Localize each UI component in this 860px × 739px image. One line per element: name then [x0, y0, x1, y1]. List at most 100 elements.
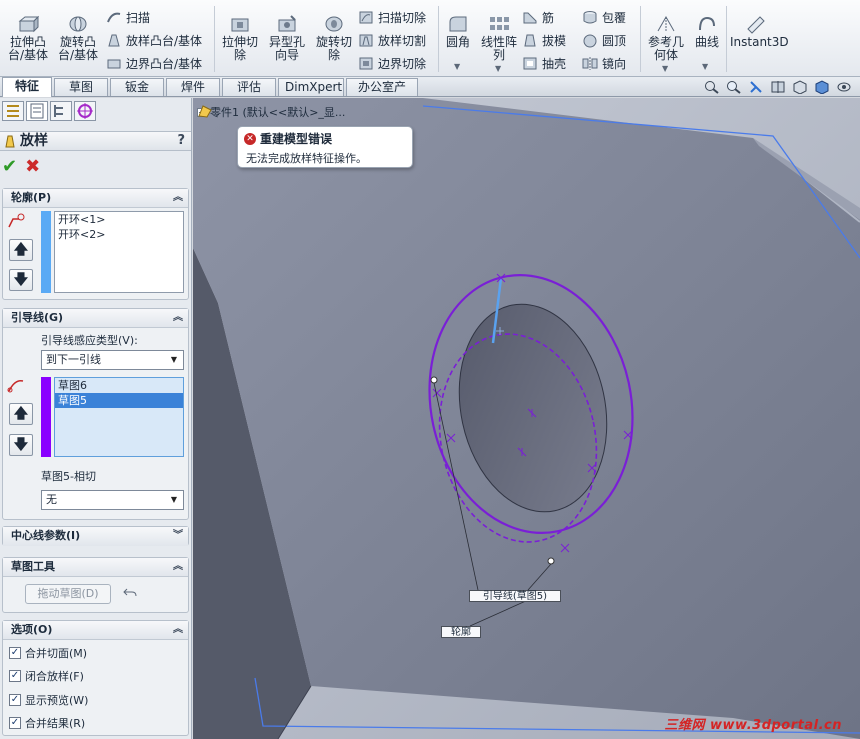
reference-geometry-button[interactable]: 参考几 何体 [644, 14, 688, 62]
shell-button[interactable]: 抽壳 [522, 55, 566, 72]
dome-button[interactable]: 圆顶 [582, 32, 626, 49]
ok-cancel-bar: ✔ ✖ [2, 156, 40, 177]
options-header[interactable]: 选项(O) ︽ [3, 621, 188, 640]
dome-label: 圆顶 [602, 34, 627, 48]
curves-dropdown-icon[interactable]: ▼ [702, 62, 708, 71]
undo-icon[interactable] [123, 586, 137, 598]
extrude-cut-button[interactable]: 拉伸切 除 [218, 14, 262, 62]
move-down-button[interactable]: 🡇 [9, 269, 33, 291]
linear-pattern-dropdown-icon[interactable]: ▼ [495, 64, 501, 73]
feature-tree-root[interactable]: + 零件1 (默认<<默认>_显... [197, 104, 345, 120]
wrap-icon [583, 11, 597, 24]
fillet-dropdown-icon[interactable]: ▼ [454, 62, 460, 71]
feature-manager-tab[interactable] [2, 101, 24, 121]
curves-label: 曲线 [694, 35, 719, 49]
mirror-button[interactable]: 镜向 [582, 55, 626, 72]
loft-panel-header: 放样 ? [0, 131, 191, 151]
section-view-icon[interactable] [770, 80, 786, 94]
show-preview-checkbox[interactable]: ✓ 显示预览(W) [9, 692, 88, 708]
guide-tangency-select[interactable]: 无 ▼ [41, 490, 184, 510]
linear-pattern-button[interactable]: 线性阵 列 [478, 14, 520, 62]
property-manager-icon [30, 103, 44, 119]
wrap-label: 包覆 [602, 11, 627, 25]
guide-curves-header[interactable]: 引导线(G) ︽ [3, 309, 188, 328]
property-manager-tab[interactable] [26, 101, 48, 121]
reference-geometry-dropdown-icon[interactable]: ▼ [662, 64, 668, 73]
profiles-header[interactable]: 轮廓(P) ︽ [3, 189, 188, 208]
list-item[interactable]: 开环<1> [55, 212, 183, 227]
sweep-button[interactable]: 扫描 [106, 9, 150, 26]
configuration-manager-tab[interactable] [50, 101, 72, 121]
instant3d-button[interactable]: Instant3D [730, 14, 789, 49]
tab-sketch[interactable]: 草图 [54, 78, 108, 96]
list-item[interactable]: 开环<2> [55, 227, 183, 242]
expand-chevron-icon[interactable]: ︾ [173, 527, 183, 545]
boundary-boss-button[interactable]: 边界凸台/基体 [106, 55, 202, 72]
help-icon[interactable]: ? [177, 132, 185, 150]
guide-influence-select[interactable]: 到下一引线 ▼ [41, 350, 184, 370]
boundary-cut-button[interactable]: 边界切除 [358, 55, 426, 72]
list-item-selected[interactable]: 草图5 [55, 393, 183, 408]
view-orientation-icon[interactable] [792, 80, 808, 94]
loft-panel-title: 放样 [20, 133, 48, 149]
ok-checkmark-icon[interactable]: ✔ [2, 156, 17, 177]
options-header-label: 选项(O) [11, 623, 53, 636]
graphics-viewport[interactable]: + 零件1 (默认<<默认>_显... ✕ 重建模型错误 无法完成放样特征操作。… [193, 98, 860, 739]
tab-evaluate[interactable]: 评估 [222, 78, 276, 96]
extrude-boss-button[interactable]: 拉伸凸 台/基体 [6, 14, 50, 62]
revolve-boss-button[interactable]: 旋转凸 台/基体 [56, 14, 100, 62]
centerline-header[interactable]: 中心线参数(I) ︾ [3, 527, 188, 546]
merge-tangent-faces-checkbox[interactable]: ✓ 合并切面(M) [9, 645, 87, 661]
revolve-cut-label: 旋转切 除 [315, 35, 352, 62]
dimxpert-manager-tab[interactable] [74, 101, 96, 121]
rib-button[interactable]: 筋 [522, 9, 554, 26]
hide-show-icon[interactable] [836, 80, 852, 94]
tab-sheet-metal[interactable]: 钣金 [110, 78, 164, 96]
zoom-area-icon[interactable] [726, 80, 742, 94]
draft-button[interactable]: 拔模 [522, 32, 566, 49]
collapse-chevron-icon[interactable]: ︽ [173, 558, 183, 576]
collapse-chevron-icon[interactable]: ︽ [173, 309, 183, 327]
lofted-cut-button[interactable]: 放样切割 [358, 32, 426, 49]
list-item[interactable]: 草图6 [55, 378, 183, 393]
curves-button[interactable]: 曲线 [690, 14, 724, 49]
extrude-cut-icon [231, 18, 249, 32]
dimxpert-icon [77, 103, 93, 119]
wrap-button[interactable]: 包覆 [582, 9, 626, 26]
sketch-tools-header[interactable]: 草图工具 ︽ [3, 558, 188, 577]
view-toolbar [704, 80, 852, 94]
profile-callout[interactable]: 轮廓 [441, 626, 481, 638]
revolve-cut-button[interactable]: 旋转切 除 [312, 14, 356, 62]
guide-handle-point[interactable] [430, 376, 438, 384]
loft-boss-icon [108, 34, 120, 47]
collapse-chevron-icon[interactable]: ︽ [173, 189, 183, 207]
profiles-list[interactable]: 开环<1> 开环<2> [54, 211, 184, 293]
profile-handle-point[interactable] [547, 557, 555, 565]
zoom-to-fit-icon[interactable] [704, 80, 720, 94]
collapse-chevron-icon[interactable]: ︽ [173, 621, 183, 639]
boundary-cut-label: 边界切除 [378, 57, 427, 71]
move-up-button[interactable]: 🡅 [9, 403, 33, 425]
guide-curves-list[interactable]: 草图6 草图5 [54, 377, 184, 457]
tab-office-products[interactable]: 办公室产品 [346, 78, 418, 111]
move-down-button[interactable]: 🡇 [9, 434, 33, 456]
guide-curve-icon [7, 379, 24, 393]
previous-view-icon[interactable] [748, 80, 764, 94]
swept-cut-button[interactable]: 扫描切除 [358, 9, 426, 26]
fillet-button[interactable]: 圆角 [441, 14, 475, 49]
boundary-cut-icon [359, 57, 373, 70]
tab-weldments[interactable]: 焊件 [166, 78, 220, 96]
site-watermark: 三维网 www.3dportal.cn [664, 718, 842, 733]
guide-curve-callout[interactable]: 引导线(草图5) [469, 590, 561, 602]
tab-dimxpert[interactable]: DimXpert [278, 78, 344, 96]
draft-label: 拔模 [542, 34, 567, 48]
display-style-icon[interactable] [814, 80, 830, 94]
loft-boss-button[interactable]: 放样凸台/基体 [106, 32, 202, 49]
hole-wizard-button[interactable]: 异型孔 向导 [265, 14, 309, 62]
cancel-x-icon[interactable]: ✖ [25, 156, 40, 177]
tab-features[interactable]: 特征 [2, 77, 52, 97]
move-up-button[interactable]: 🡅 [9, 239, 33, 261]
close-loft-checkbox[interactable]: ✓ 闭合放样(F) [9, 668, 84, 684]
merge-result-checkbox[interactable]: ✓ 合并结果(R) [9, 715, 85, 731]
drag-sketch-button[interactable]: 拖动草图(D) [25, 584, 111, 604]
